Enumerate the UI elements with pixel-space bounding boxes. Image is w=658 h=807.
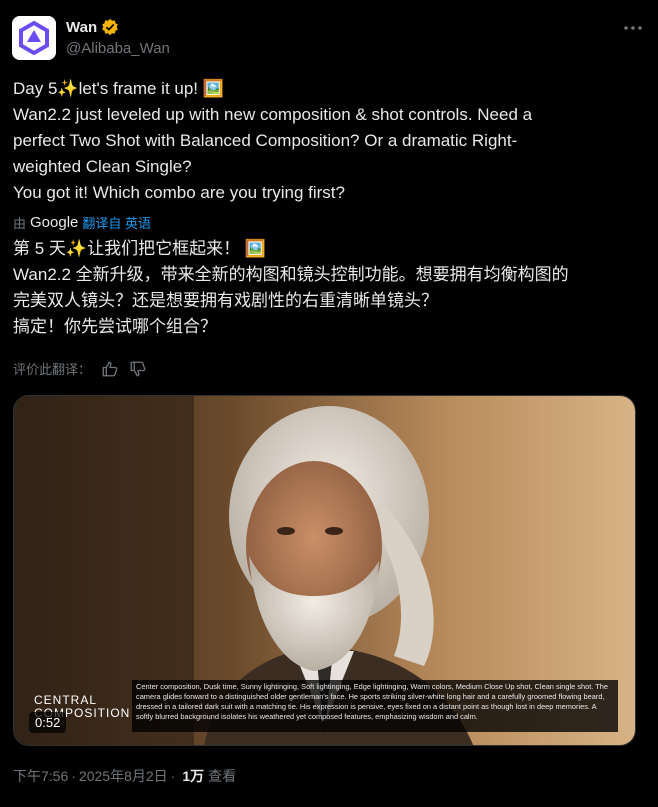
wan-logo-icon bbox=[12, 16, 56, 60]
views-label: 查看 bbox=[208, 768, 237, 784]
tweet-text: Day 5✨let's frame it up! 🖼️ Wan2.2 just … bbox=[13, 76, 633, 206]
translated-line: Wan2.2 全新升级，带来全新的构图和镜头控制功能。想要拥有均衡构图的 bbox=[13, 265, 569, 284]
tweet-line: Day 5✨let's frame it up! 🖼️ bbox=[13, 79, 224, 98]
video-duration: 0:52 bbox=[29, 712, 67, 733]
views-count: 1万 bbox=[182, 768, 205, 784]
handle[interactable]: @Alibaba_Wan bbox=[66, 40, 170, 57]
tweet-line: weighted Clean Single? bbox=[13, 157, 192, 176]
more-horizontal-icon[interactable] bbox=[622, 20, 644, 36]
translated-line: 搞定！你先尝试哪个组合？ bbox=[13, 317, 217, 336]
rate-translation: 评价此翻译： bbox=[13, 359, 147, 378]
translated-line: 完美双人镜头？还是想要拥有戏剧性的右重清晰单镜头？ bbox=[13, 291, 438, 310]
avatar[interactable] bbox=[12, 16, 56, 60]
post-date[interactable]: 2025年8月2日 bbox=[79, 766, 168, 786]
separator: · bbox=[170, 768, 176, 784]
translated-text: 第 5 天✨让我们把它框起来！ 🖼️ Wan2.2 全新升级，带来全新的构图和镜… bbox=[13, 236, 638, 340]
translated-line: 第 5 天✨让我们把它框起来！ 🖼️ bbox=[13, 239, 266, 258]
post-time[interactable]: 下午7:56 bbox=[13, 766, 68, 786]
overlay-title-line1: CENTRAL bbox=[34, 693, 98, 707]
tweet-line: Wan2.2 just leveled up with new composit… bbox=[13, 105, 533, 124]
tweet-footer: 下午7:56 · 2025年8月2日 · 1万 查看 bbox=[13, 766, 236, 786]
rate-translation-label: 评价此翻译： bbox=[13, 362, 92, 377]
separator: · bbox=[71, 768, 76, 784]
verified-badge-icon bbox=[102, 18, 118, 36]
name-row: Wan bbox=[66, 18, 119, 36]
thumbs-up-icon[interactable] bbox=[101, 360, 119, 378]
translation-notice: 由 Google 翻译自 英语 bbox=[13, 213, 151, 232]
display-name[interactable]: Wan bbox=[66, 19, 97, 36]
tweet-line: perfect Two Shot with Balanced Compositi… bbox=[13, 131, 518, 150]
tweet-header: Wan @Alibaba_Wan bbox=[12, 12, 646, 62]
tweet-line: You got it! Which combo are you trying f… bbox=[13, 183, 345, 202]
thumbs-down-icon[interactable] bbox=[129, 360, 147, 378]
translated-from-link[interactable]: 翻译自 英语 bbox=[82, 213, 151, 232]
google-label: Google bbox=[30, 214, 79, 231]
translated-by-label: 由 bbox=[13, 216, 27, 231]
video-player[interactable]: CENTRAL COMPOSITION Center composition, … bbox=[13, 395, 636, 746]
video-caption: Center composition, Dusk time, Sunny lig… bbox=[132, 680, 618, 732]
